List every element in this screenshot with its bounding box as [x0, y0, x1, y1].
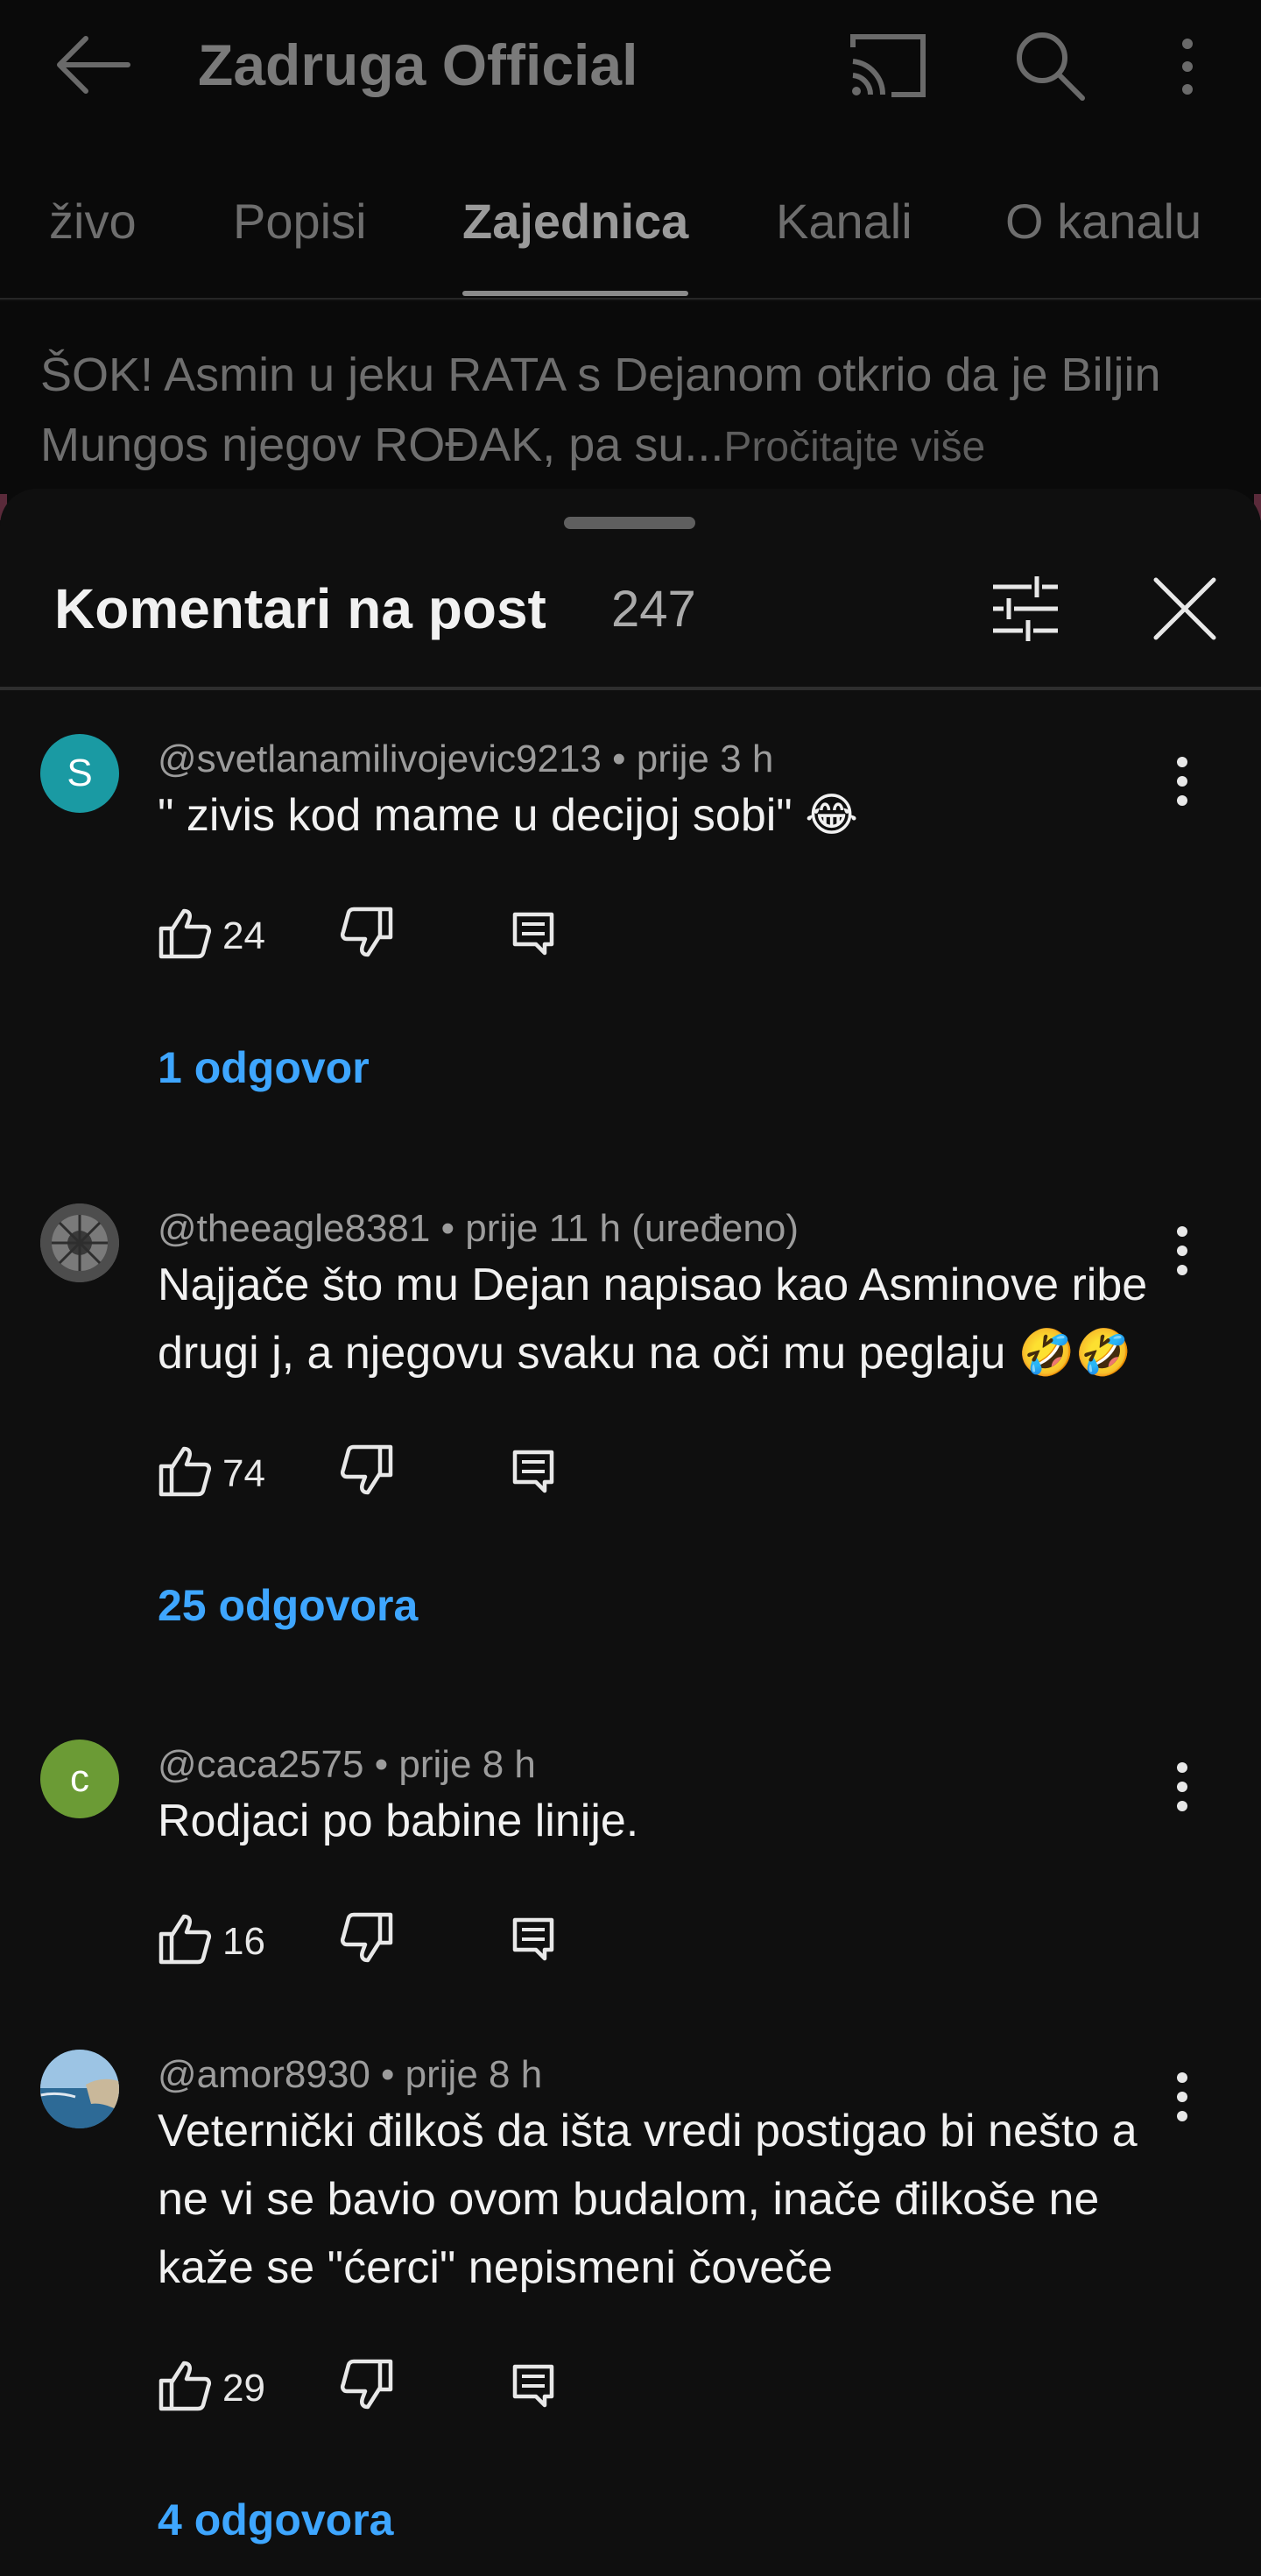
avatar-image	[40, 2050, 119, 2128]
thumb-down-icon	[340, 1444, 393, 1495]
comment-text: Rodjaci po babine linije.	[158, 1796, 639, 1846]
thumb-up-icon	[159, 1914, 212, 1965]
comment-text: Veternički đilkoš da išta vredi postigao…	[158, 2106, 1138, 2293]
comment-meta: @amor8930 • prije 8 h	[158, 2053, 543, 2096]
tab-zajednica[interactable]: Zajednica	[462, 193, 688, 250]
comment-actions: 74	[158, 1443, 683, 1505]
reply-button[interactable]	[510, 2361, 557, 2409]
like-button[interactable]	[158, 2358, 212, 2412]
post-preview-text: ŠOK! Asmin u jeku RATA s Dejanom otkrio …	[40, 349, 1161, 471]
thumb-down-icon	[340, 907, 393, 957]
like-button[interactable]	[158, 1911, 212, 1966]
thumb-down-icon	[340, 1912, 393, 1963]
comment-icon	[512, 2364, 554, 2408]
more-vert-icon	[1177, 1762, 1187, 1811]
app-bar: Zadruga Official	[0, 0, 1261, 131]
comment-meta: @caca2575 • prije 8 h	[158, 1743, 536, 1786]
more-vert-icon	[1177, 757, 1187, 806]
tune-icon	[993, 576, 1058, 641]
thumb-down-icon	[340, 2359, 393, 2410]
comment-item: S @svetlanamilivojevic9213 • prije 3 h "…	[0, 734, 1261, 1154]
back-button[interactable]	[54, 33, 133, 96]
like-button[interactable]	[158, 1443, 212, 1498]
channel-title: Zadruga Official	[198, 32, 638, 97]
cast-icon	[850, 34, 926, 97]
view-replies-link[interactable]: 25 odgovora	[158, 1580, 418, 1631]
comment-actions: 16	[158, 1911, 683, 1973]
cast-button[interactable]	[848, 30, 928, 102]
active-tab-indicator	[462, 291, 688, 296]
reply-button[interactable]	[510, 1915, 557, 1962]
comment-actions: 29	[158, 2358, 683, 2419]
comment-menu-button[interactable]	[1156, 746, 1208, 816]
tab-uzivo[interactable]: živo	[49, 193, 137, 250]
dislike-button[interactable]	[340, 906, 394, 960]
close-icon	[1153, 577, 1216, 640]
channel-tabs: živo Popisi Zajednica Kanali O kanalu	[0, 131, 1261, 300]
page: Zadruga Official živo Popisi Zajednica K…	[0, 0, 1261, 2576]
comment-menu-button[interactable]	[1156, 2062, 1208, 2132]
read-more-link[interactable]: Pročitajte više	[723, 424, 985, 470]
avatar-image	[40, 1203, 119, 1282]
back-arrow-icon	[57, 36, 130, 94]
more-vert-icon	[1182, 39, 1193, 95]
search-button[interactable]	[1012, 28, 1088, 103]
comment-menu-button[interactable]	[1156, 1216, 1208, 1286]
avatar-letter: c	[70, 1757, 89, 1800]
more-vert-icon	[1177, 2072, 1187, 2121]
tab-o-kanalu[interactable]: O kanalu	[1005, 193, 1201, 250]
more-vert-icon	[1177, 1226, 1187, 1275]
tab-popisi[interactable]: Popisi	[233, 193, 367, 250]
comment-meta: @svetlanamilivojevic9213 • prije 3 h	[158, 738, 774, 780]
reply-button[interactable]	[510, 909, 557, 956]
comments-count: 247	[611, 581, 696, 638]
header-divider	[0, 687, 1261, 690]
dislike-button[interactable]	[340, 1443, 394, 1498]
tab-kanali[interactable]: Kanali	[776, 193, 912, 250]
comment-icon	[512, 1450, 554, 1493]
thumb-up-icon	[159, 1446, 212, 1497]
like-count: 24	[222, 914, 265, 957]
view-replies-link[interactable]: 4 odgovora	[158, 2495, 393, 2545]
comment-item: c @caca2575 • prije 8 h Rodjaci po babin…	[0, 1740, 1261, 2020]
avatar[interactable]: c	[40, 1740, 119, 1818]
comment-icon	[512, 912, 554, 956]
view-replies-link[interactable]: 1 odgovor	[158, 1042, 370, 1093]
dislike-button[interactable]	[340, 2358, 394, 2412]
comment-meta: @theeagle8381 • prije 11 h (uređeno)	[158, 1207, 799, 1250]
like-button[interactable]	[158, 906, 212, 960]
comment-text: " zivis kod mame u decijoj sobi" 😂	[158, 790, 858, 841]
avatar[interactable]: S	[40, 734, 119, 813]
like-count: 16	[222, 1920, 265, 1963]
avatar-letter: S	[67, 752, 93, 794]
comment-text: Najjače što mu Dejan napisao kao Asminov…	[158, 1260, 1148, 1379]
comments-title: Komentari na post	[54, 577, 546, 640]
comments-header: Komentari na post 247	[0, 489, 1261, 690]
comment-icon	[512, 1917, 554, 1961]
like-count: 74	[222, 1452, 265, 1495]
avatar[interactable]	[40, 1203, 119, 1282]
comment-item: @amor8930 • prije 8 h Veternički đilkoš …	[0, 2050, 1261, 2575]
close-button[interactable]	[1147, 571, 1222, 646]
comment-menu-button[interactable]	[1156, 1752, 1208, 1822]
avatar[interactable]	[40, 2050, 119, 2128]
comment-item: @theeagle8381 • prije 11 h (uređeno) Naj…	[0, 1203, 1261, 1694]
like-count: 29	[222, 2367, 265, 2410]
comments-sheet: Komentari na post 247 S @svetlanamilivoj…	[0, 489, 1261, 2576]
dislike-button[interactable]	[340, 1911, 394, 1966]
comment-actions: 24	[158, 906, 683, 967]
more-options-button[interactable]	[1161, 32, 1214, 102]
reply-button[interactable]	[510, 1447, 557, 1494]
sort-filter-button[interactable]	[988, 571, 1063, 646]
post-preview[interactable]: ŠOK! Asmin u jeku RATA s Dejanom otkrio …	[0, 301, 1261, 503]
search-icon	[1017, 32, 1085, 101]
thumb-up-icon	[159, 2361, 212, 2411]
thumb-up-icon	[159, 908, 212, 959]
